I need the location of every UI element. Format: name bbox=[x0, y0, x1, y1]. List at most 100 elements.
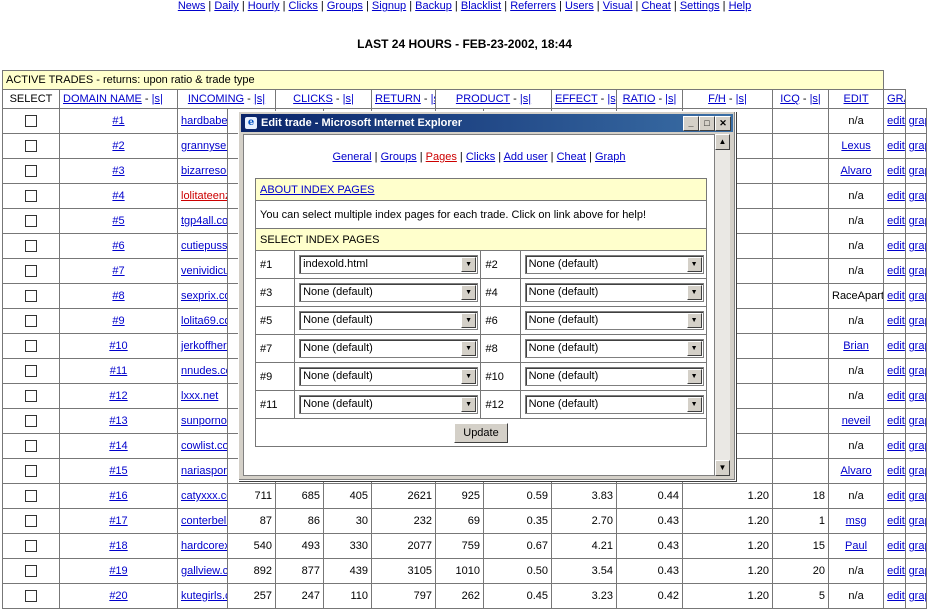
rank-link[interactable]: #2 bbox=[112, 140, 124, 152]
edit-link[interactable]: edit bbox=[887, 465, 904, 477]
index-page-select[interactable]: None (default) ▼ bbox=[524, 311, 704, 330]
edit-link[interactable]: edit bbox=[887, 290, 904, 302]
rank-link[interactable]: #6 bbox=[112, 240, 124, 252]
icq-link[interactable]: Brian bbox=[843, 340, 869, 352]
graph-link[interactable]: graph bbox=[909, 290, 926, 302]
popup-link-cheat[interactable]: Cheat bbox=[557, 151, 586, 163]
rank-link[interactable]: #18 bbox=[109, 540, 127, 552]
dropdown-arrow-icon[interactable]: ▼ bbox=[461, 341, 477, 356]
index-page-select[interactable]: None (default) ▼ bbox=[299, 311, 479, 330]
index-page-select[interactable]: indexold.html ▼ bbox=[299, 255, 479, 274]
graph-link[interactable]: graph bbox=[909, 490, 926, 502]
icq-link[interactable]: Alvaro bbox=[840, 165, 871, 177]
popup-link-pages[interactable]: Pages bbox=[426, 151, 457, 163]
graph-link[interactable]: graph bbox=[909, 215, 926, 227]
index-page-select[interactable]: None (default) ▼ bbox=[524, 367, 704, 386]
graph-link[interactable]: graph bbox=[909, 190, 926, 202]
index-page-select[interactable]: None (default) ▼ bbox=[524, 339, 704, 358]
dropdown-arrow-icon[interactable]: ▼ bbox=[686, 397, 702, 412]
nav-link-settings[interactable]: Settings bbox=[680, 0, 720, 12]
nav-link-referrers[interactable]: Referrers bbox=[510, 0, 556, 12]
nav-link-daily[interactable]: Daily bbox=[214, 0, 238, 12]
select-checkbox[interactable] bbox=[25, 515, 37, 528]
dropdown-arrow-icon[interactable]: ▼ bbox=[461, 369, 477, 384]
nav-link-blacklist[interactable]: Blacklist bbox=[461, 0, 501, 12]
edit-link[interactable]: edit bbox=[887, 115, 904, 127]
domain-link[interactable]: kutegirls.com bbox=[181, 590, 227, 602]
index-page-select[interactable]: None (default) ▼ bbox=[299, 283, 479, 302]
icq-link[interactable]: Lexus bbox=[841, 140, 870, 152]
popup-link-clicks[interactable]: Clicks bbox=[466, 151, 495, 163]
rank-link[interactable]: #7 bbox=[112, 265, 124, 277]
select-checkbox[interactable] bbox=[25, 415, 37, 428]
domain-link[interactable]: cowlist.com bbox=[181, 440, 227, 452]
rank-link[interactable]: #15 bbox=[109, 465, 127, 477]
index-page-select[interactable]: None (default) ▼ bbox=[299, 395, 479, 414]
rank-link[interactable]: #11 bbox=[110, 365, 128, 377]
select-checkbox[interactable] bbox=[25, 315, 37, 328]
domain-link[interactable]: lxxx.net bbox=[181, 390, 218, 402]
domain-link[interactable]: nariasporn.com bbox=[181, 465, 227, 477]
select-checkbox[interactable] bbox=[25, 440, 37, 453]
close-button[interactable]: ✕ bbox=[715, 116, 731, 131]
dropdown-arrow-icon[interactable]: ▼ bbox=[461, 285, 477, 300]
dropdown-arrow-icon[interactable]: ▼ bbox=[686, 257, 702, 272]
edit-link[interactable]: edit bbox=[887, 190, 904, 202]
graph-link[interactable]: graph bbox=[909, 590, 926, 602]
sort-return-link[interactable]: |s| bbox=[431, 93, 435, 105]
update-button[interactable]: Update bbox=[454, 422, 508, 443]
rank-link[interactable]: #12 bbox=[109, 390, 127, 402]
header-icq-link[interactable]: ICQ bbox=[780, 93, 800, 105]
edit-link[interactable]: edit bbox=[887, 265, 904, 277]
sort-effect-link[interactable]: |s| bbox=[607, 93, 615, 105]
icq-link[interactable]: msg bbox=[846, 515, 867, 527]
icq-link[interactable]: Alvaro bbox=[840, 465, 871, 477]
select-checkbox[interactable] bbox=[25, 290, 37, 303]
select-checkbox[interactable] bbox=[25, 140, 37, 153]
edit-link[interactable]: edit bbox=[887, 515, 904, 527]
edit-link[interactable]: edit bbox=[887, 540, 904, 552]
rank-link[interactable]: #13 bbox=[109, 415, 127, 427]
dropdown-arrow-icon[interactable]: ▼ bbox=[461, 397, 477, 412]
graph-link[interactable]: graph bbox=[909, 140, 926, 152]
graph-link[interactable]: graph bbox=[909, 415, 926, 427]
select-checkbox[interactable] bbox=[25, 190, 37, 203]
domain-link[interactable]: lolita69.com bbox=[181, 315, 227, 327]
domain-link[interactable]: sexprix.com bbox=[181, 290, 227, 302]
nav-link-news[interactable]: News bbox=[178, 0, 206, 12]
select-checkbox[interactable] bbox=[25, 340, 37, 353]
graph-link[interactable]: graph bbox=[909, 565, 926, 577]
icq-link[interactable]: Paul bbox=[845, 540, 867, 552]
vertical-scrollbar[interactable]: ▲ ▼ bbox=[715, 134, 730, 476]
sort-product-link[interactable]: |s| bbox=[520, 93, 531, 105]
header-fh-link[interactable]: F/H bbox=[708, 93, 726, 105]
sort-fh-link[interactable]: |s| bbox=[736, 93, 747, 105]
select-checkbox[interactable] bbox=[25, 265, 37, 278]
nav-link-clicks[interactable]: Clicks bbox=[289, 0, 318, 12]
select-checkbox[interactable] bbox=[25, 565, 37, 578]
header-edit-link[interactable]: EDIT bbox=[844, 93, 869, 105]
graph-link[interactable]: graph bbox=[909, 265, 926, 277]
rank-link[interactable]: #1 bbox=[112, 115, 124, 127]
domain-link[interactable]: jerkoffhere.com bbox=[181, 340, 227, 352]
header-product-link[interactable]: PRODUCT bbox=[456, 93, 510, 105]
domain-link[interactable]: grannyseries.com bbox=[181, 140, 227, 152]
select-checkbox[interactable] bbox=[25, 540, 37, 553]
sort-icq-link[interactable]: |s| bbox=[810, 93, 821, 105]
header-clicks-link[interactable]: CLICKS bbox=[293, 93, 333, 105]
nav-link-signup[interactable]: Signup bbox=[372, 0, 406, 12]
select-checkbox[interactable] bbox=[25, 465, 37, 478]
nav-link-cheat[interactable]: Cheat bbox=[641, 0, 670, 12]
rank-link[interactable]: #8 bbox=[112, 290, 124, 302]
domain-link[interactable]: tgp4all.com bbox=[181, 215, 227, 227]
domain-link[interactable]: gallview.com bbox=[181, 565, 227, 577]
domain-link[interactable]: hardcorexx.com bbox=[181, 540, 227, 552]
edit-link[interactable]: edit bbox=[887, 490, 904, 502]
maximize-button[interactable]: □ bbox=[699, 116, 715, 131]
rank-link[interactable]: #17 bbox=[109, 515, 127, 527]
popup-link-graph[interactable]: Graph bbox=[595, 151, 626, 163]
rank-link[interactable]: #14 bbox=[109, 440, 127, 452]
select-checkbox[interactable] bbox=[25, 390, 37, 403]
nav-link-groups[interactable]: Groups bbox=[327, 0, 363, 12]
select-checkbox[interactable] bbox=[25, 115, 37, 128]
